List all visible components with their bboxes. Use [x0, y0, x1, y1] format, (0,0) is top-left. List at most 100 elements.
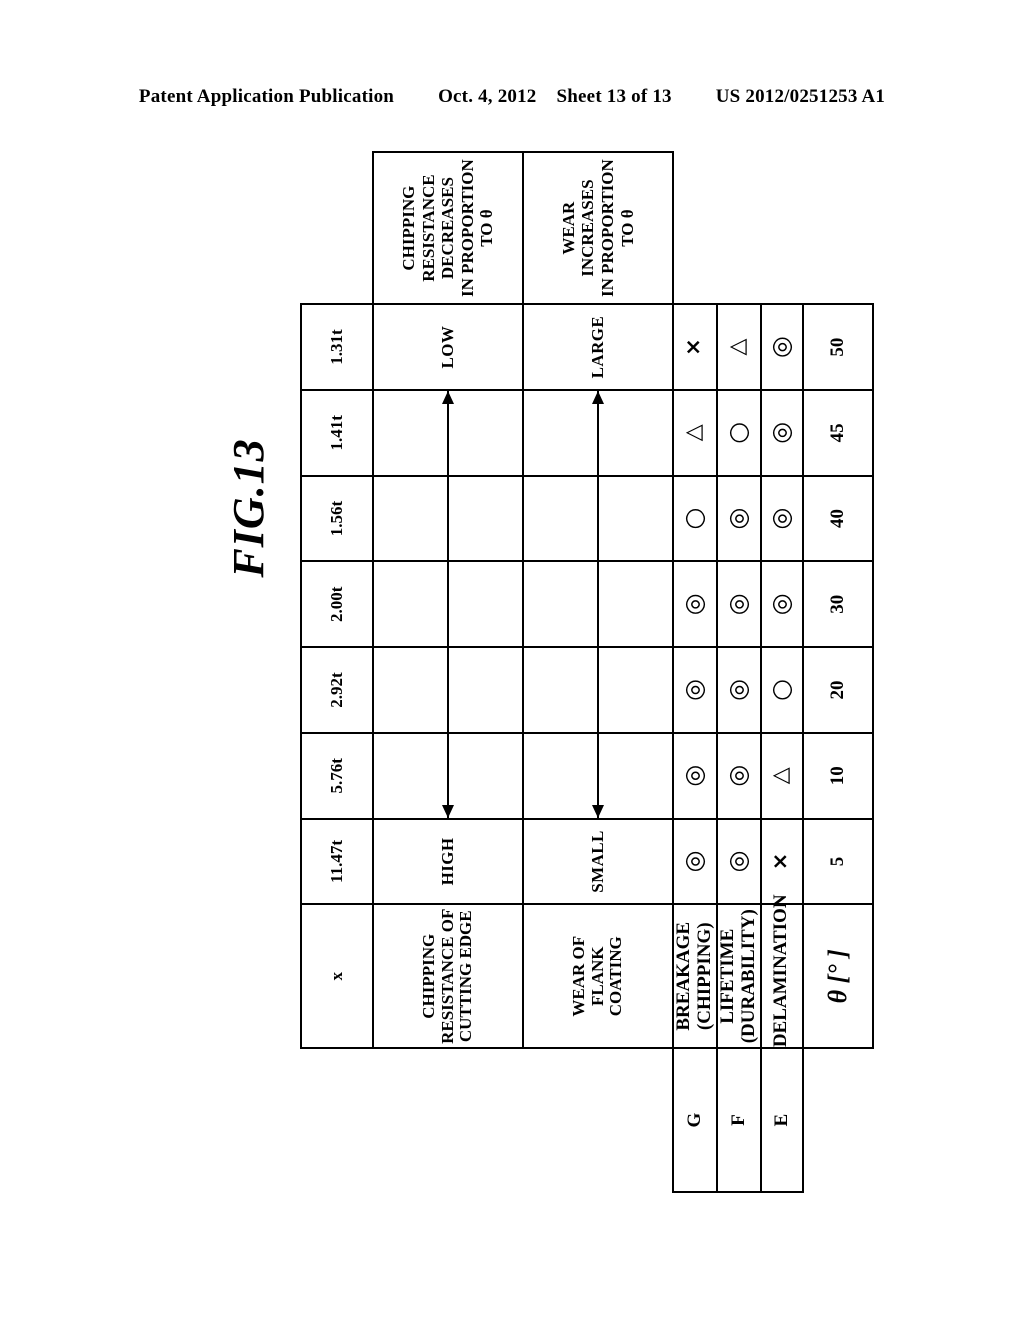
wear-band-segment — [523, 561, 673, 648]
breakage-mark-cell: ◎ — [673, 647, 717, 733]
mark-glyph: △ — [725, 338, 751, 356]
lifetime-mark-cell: ◎ — [716, 561, 761, 648]
lifetime-mark-cell: △ — [716, 304, 761, 390]
breakage-mark-cell: ○ — [673, 475, 717, 562]
mark-glyph: ◎ — [766, 336, 796, 358]
wear-band-segment — [523, 647, 673, 733]
mark-glyph: × — [768, 852, 793, 871]
delamination-mark-cell: × — [760, 818, 803, 905]
table-row-letter-e: E DELAMINATION × △ ○ ◎ ◎ ◎ ◎ — [760, 152, 803, 1192]
publication-label: Patent Application Publication — [138, 86, 395, 107]
letter-label-e: E — [760, 1048, 803, 1192]
table-row-chipping-resistance: CHIPPING RESISTANCE OF CUTTING EDGE HIGH — [373, 152, 523, 1192]
wear-flank-note: WEAR INCREASES IN PROPORTION TO θ — [523, 152, 673, 305]
mark-glyph: ○ — [766, 679, 796, 701]
chipping-note-line1: CHIPPING RESISTANCE DECREASES — [399, 174, 458, 282]
chipping-band-segment — [373, 561, 523, 648]
table-row-theta: θ [° ] 5 10 20 30 40 45 50 — [802, 152, 873, 1192]
x-value-cell: 2.92t — [301, 647, 373, 733]
chipping-band-segment — [373, 732, 523, 819]
chipping-resistance-note: CHIPPING RESISTANCE DECREASES IN PROPORT… — [373, 152, 523, 305]
lifetime-column-header: LIFETIME (DURABILITY) — [716, 904, 761, 1049]
publication-date: Oct. 4, 2012 — [438, 86, 537, 107]
lifetime-mark-cell: ◎ — [716, 647, 761, 733]
breakage-mark-cell: × — [673, 304, 717, 390]
x-value-cell: 5.76t — [301, 732, 373, 819]
theta-value-cell: 5 — [802, 818, 873, 905]
mark-glyph: ○ — [723, 421, 753, 444]
lifetime-header-line1: LIFETIME — [716, 928, 738, 1024]
theta-value-cell: 10 — [802, 732, 873, 819]
chipping-resistance-header: CHIPPING RESISTANCE OF CUTTING EDGE — [373, 904, 523, 1049]
mark-glyph: ◎ — [679, 850, 709, 873]
theta-value-cell: 40 — [802, 475, 873, 562]
breakage-column-header: BREAKAGE (CHIPPING) — [673, 904, 717, 1049]
lifetime-mark-cell: ◎ — [716, 732, 761, 819]
mark-glyph: ◎ — [766, 507, 796, 530]
patent-number: US 2012/0251253 A1 — [715, 86, 886, 107]
mark-glyph: ◎ — [723, 593, 753, 616]
mark-glyph: ◎ — [679, 764, 709, 787]
mark-glyph: △ — [681, 424, 707, 442]
wear-band-end-label: LARGE — [523, 304, 673, 390]
figure-label: FIG.13 — [223, 438, 273, 578]
chipping-band-start-label: HIGH — [373, 818, 523, 905]
mark-glyph: ◎ — [766, 421, 796, 444]
breakage-header-line1: BREAKAGE — [673, 921, 694, 1031]
x-value-cell: 11.47t — [301, 818, 373, 905]
x-header-cell: x — [301, 904, 373, 1049]
wear-band-segment — [523, 475, 673, 562]
chipping-band-segment — [373, 647, 523, 733]
chipping-resistance-header-line1: CHIPPING RESISTANCE OF — [418, 908, 457, 1044]
lifetime-header-line2: (DURABILITY) — [737, 909, 759, 1044]
evaluation-table: x 11.47t 5.76t 2.92t 2.00t 1.56t 1.41t 1… — [300, 151, 874, 1193]
lifetime-mark-cell: ○ — [716, 389, 761, 476]
mark-glyph: △ — [768, 767, 794, 785]
mark-glyph: ○ — [679, 507, 709, 530]
page-header: Patent Application Publication Oct. 4, 2… — [0, 86, 1024, 108]
x-value-cell: 1.31t — [301, 304, 373, 390]
theta-value-cell: 50 — [802, 304, 873, 390]
breakage-mark-cell: ◎ — [673, 818, 717, 905]
theta-value-cell: 45 — [802, 389, 873, 476]
mark-glyph: ◎ — [723, 507, 753, 530]
delamination-mark-cell: ○ — [760, 647, 803, 733]
delamination-mark-cell: ◎ — [760, 389, 803, 476]
table-row-letter-g: G BREAKAGE (CHIPPING) ◎ ◎ ◎ ◎ ○ △ × — [673, 152, 717, 1192]
chipping-band-end-label: LOW — [373, 304, 523, 390]
breakage-mark-cell: ◎ — [673, 561, 717, 648]
mark-glyph: ◎ — [679, 593, 709, 616]
wear-band-segment — [523, 732, 673, 819]
theta-header-cell: θ [° ] — [802, 904, 873, 1049]
sheet-number: Sheet 13 of 13 — [556, 86, 672, 107]
mark-glyph: × — [681, 338, 706, 356]
mark-glyph: ◎ — [679, 679, 709, 701]
letter-label-f: F — [716, 1048, 761, 1192]
chipping-band-segment — [373, 389, 523, 476]
wear-band-start-label: SMALL — [523, 818, 673, 905]
wear-note-line1: WEAR INCREASES — [558, 179, 598, 277]
breakage-header-line2: (CHIPPING) — [693, 922, 715, 1031]
delamination-mark-cell: ◎ — [760, 475, 803, 562]
chipping-note-line2: IN PROPORTION TO θ — [457, 159, 497, 297]
table-row-letter-f: F LIFETIME (DURABILITY) ◎ ◎ ◎ ◎ ◎ ○ △ — [716, 152, 761, 1192]
x-value-cell: 2.00t — [301, 561, 373, 648]
theta-symbol-label: θ [° ] — [822, 949, 852, 1004]
x-value-cell: 1.41t — [301, 389, 373, 476]
breakage-mark-cell: △ — [673, 389, 717, 476]
theta-value-cell: 30 — [802, 561, 873, 648]
chipping-band-segment — [373, 475, 523, 562]
breakage-mark-cell: ◎ — [673, 732, 717, 819]
figure-table-container: x 11.47t 5.76t 2.92t 2.00t 1.56t 1.41t 1… — [300, 151, 873, 1193]
delamination-mark-cell: ◎ — [760, 304, 803, 390]
table-row-wear-flank-coating: WEAR OF FLANK COATING SMALL LARGE WEAR I… — [523, 152, 673, 1192]
theta-value-cell: 20 — [802, 647, 873, 733]
lifetime-mark-cell: ◎ — [716, 475, 761, 562]
delamination-mark-cell: △ — [760, 732, 803, 819]
mark-glyph: ◎ — [723, 850, 753, 873]
wear-band-segment — [523, 389, 673, 476]
delamination-mark-cell: ◎ — [760, 561, 803, 648]
delamination-column-header: DELAMINATION — [760, 894, 803, 1049]
table-row-x-values: x 11.47t 5.76t 2.92t 2.00t 1.56t 1.41t 1… — [301, 152, 373, 1192]
mark-glyph: ◎ — [723, 764, 753, 787]
